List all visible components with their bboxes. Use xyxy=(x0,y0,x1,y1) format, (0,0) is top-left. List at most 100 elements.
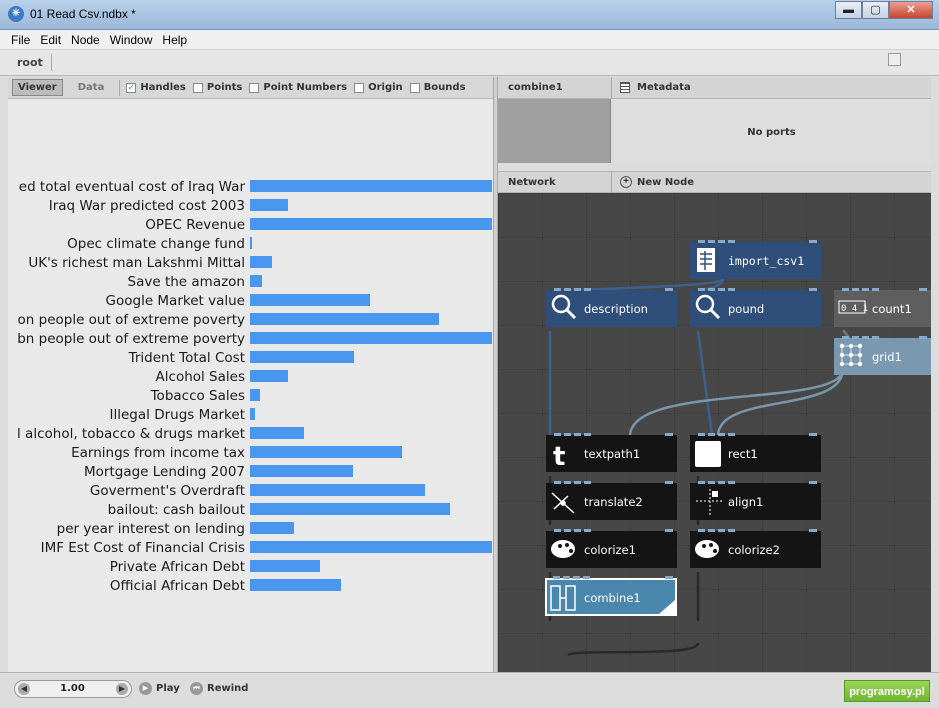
tab-data[interactable]: Data xyxy=(73,80,110,95)
input-port[interactable] xyxy=(563,576,570,579)
input-port[interactable] xyxy=(718,433,725,436)
input-port[interactable] xyxy=(842,288,849,291)
input-port[interactable] xyxy=(698,240,705,243)
output-port[interactable] xyxy=(919,288,927,291)
input-port[interactable] xyxy=(564,433,571,436)
input-port[interactable] xyxy=(574,433,581,436)
input-port[interactable] xyxy=(564,529,571,532)
node-description[interactable]: description xyxy=(546,288,677,327)
point-numbers-checkbox[interactable]: Point Numbers xyxy=(249,82,347,93)
plus-icon[interactable]: + xyxy=(620,176,632,188)
input-port[interactable] xyxy=(708,481,715,484)
maximize-button[interactable]: ▢ xyxy=(862,1,889,19)
bar-chart[interactable]: ed total eventual cost of Iraq War Iraq W… xyxy=(8,99,493,672)
input-port[interactable] xyxy=(573,576,580,579)
output-port[interactable] xyxy=(809,240,817,243)
input-port[interactable] xyxy=(554,529,561,532)
input-port[interactable] xyxy=(852,336,859,339)
play-button[interactable]: ▶ Play xyxy=(139,682,180,695)
breadcrumb-root[interactable]: root xyxy=(8,54,52,71)
input-port[interactable] xyxy=(728,288,735,291)
node-colorize2[interactable]: colorize2 xyxy=(690,529,821,568)
network-canvas[interactable]: import_csv1 description pound 0 4 1 coun… xyxy=(498,193,931,672)
node-grid1[interactable]: grid1 xyxy=(834,336,931,375)
input-port[interactable] xyxy=(564,288,571,291)
input-port[interactable] xyxy=(852,288,859,291)
rewind-button[interactable]: ⏮ Rewind xyxy=(190,682,248,695)
node-colorize1[interactable]: colorize1 xyxy=(546,529,677,568)
input-port[interactable] xyxy=(574,481,581,484)
menu-window[interactable]: Window xyxy=(105,30,158,49)
input-port[interactable] xyxy=(728,433,735,436)
input-port[interactable] xyxy=(872,288,879,291)
input-port[interactable] xyxy=(698,481,705,484)
input-port[interactable] xyxy=(862,288,869,291)
menu-node[interactable]: Node xyxy=(66,30,105,49)
input-port[interactable] xyxy=(708,240,715,243)
input-port[interactable] xyxy=(842,336,849,339)
node-pound[interactable]: pound xyxy=(690,288,821,327)
input-port[interactable] xyxy=(553,576,560,579)
input-port[interactable] xyxy=(718,481,725,484)
input-port[interactable] xyxy=(698,288,705,291)
input-port[interactable] xyxy=(554,433,561,436)
node-import-csv1[interactable]: import_csv1 xyxy=(690,240,821,279)
output-port[interactable] xyxy=(665,529,673,532)
input-port[interactable] xyxy=(718,288,725,291)
input-port[interactable] xyxy=(584,481,591,484)
output-port[interactable] xyxy=(809,288,817,291)
input-port[interactable] xyxy=(584,433,591,436)
node-combine1[interactable]: combine1 xyxy=(545,576,677,616)
input-port[interactable] xyxy=(708,288,715,291)
layout-toggle-button[interactable] xyxy=(888,53,901,66)
frame-value[interactable]: 1.00 xyxy=(45,683,100,694)
menu-help[interactable]: Help xyxy=(157,30,192,49)
input-port[interactable] xyxy=(708,433,715,436)
metadata-icon[interactable] xyxy=(620,82,630,93)
minimize-button[interactable]: ▬ xyxy=(835,1,862,19)
input-port[interactable] xyxy=(584,529,591,532)
input-port[interactable] xyxy=(872,336,879,339)
input-port[interactable] xyxy=(554,481,561,484)
node-align1[interactable]: align1 xyxy=(690,481,821,520)
tab-viewer[interactable]: Viewer xyxy=(12,79,63,96)
output-port[interactable] xyxy=(809,433,817,436)
node-translate2[interactable]: translate2 xyxy=(546,481,677,520)
output-port[interactable] xyxy=(919,336,927,339)
input-port[interactable] xyxy=(698,529,705,532)
bounds-checkbox[interactable]: Bounds xyxy=(409,82,466,93)
menu-file[interactable]: File xyxy=(6,30,35,49)
node-count1[interactable]: 0 4 1 count1 xyxy=(834,288,931,327)
input-port[interactable] xyxy=(698,433,705,436)
metadata-button[interactable]: Metadata xyxy=(637,82,691,93)
input-port[interactable] xyxy=(728,481,735,484)
input-port[interactable] xyxy=(584,288,591,291)
output-port[interactable] xyxy=(809,529,817,532)
output-port[interactable] xyxy=(809,481,817,484)
close-button[interactable]: ✕ xyxy=(889,1,933,19)
menu-edit[interactable]: Edit xyxy=(35,30,66,49)
input-port[interactable] xyxy=(574,288,581,291)
input-port[interactable] xyxy=(564,481,571,484)
input-port[interactable] xyxy=(728,240,735,243)
chevron-right-icon[interactable]: ▶ xyxy=(116,683,128,695)
input-port[interactable] xyxy=(718,529,725,532)
node-rect1[interactable]: rect1 xyxy=(690,433,821,472)
node-textpath1[interactable]: t textpath1 xyxy=(546,433,677,472)
input-port[interactable] xyxy=(728,529,735,532)
chevron-left-icon[interactable]: ◀ xyxy=(18,683,30,695)
output-port[interactable] xyxy=(665,433,673,436)
output-port[interactable] xyxy=(665,481,673,484)
input-port[interactable] xyxy=(554,288,561,291)
input-port[interactable] xyxy=(862,336,869,339)
points-checkbox[interactable]: Points xyxy=(192,82,242,93)
frame-stepper[interactable]: ◀ 1.00 ▶ xyxy=(14,680,132,698)
output-port[interactable] xyxy=(665,576,673,579)
input-port[interactable] xyxy=(718,240,725,243)
input-port[interactable] xyxy=(708,529,715,532)
input-port[interactable] xyxy=(574,529,581,532)
handles-checkbox[interactable]: ✓ Handles xyxy=(126,82,186,93)
input-port[interactable] xyxy=(583,576,590,579)
output-port[interactable] xyxy=(665,288,673,291)
origin-checkbox[interactable]: Origin xyxy=(354,82,403,93)
